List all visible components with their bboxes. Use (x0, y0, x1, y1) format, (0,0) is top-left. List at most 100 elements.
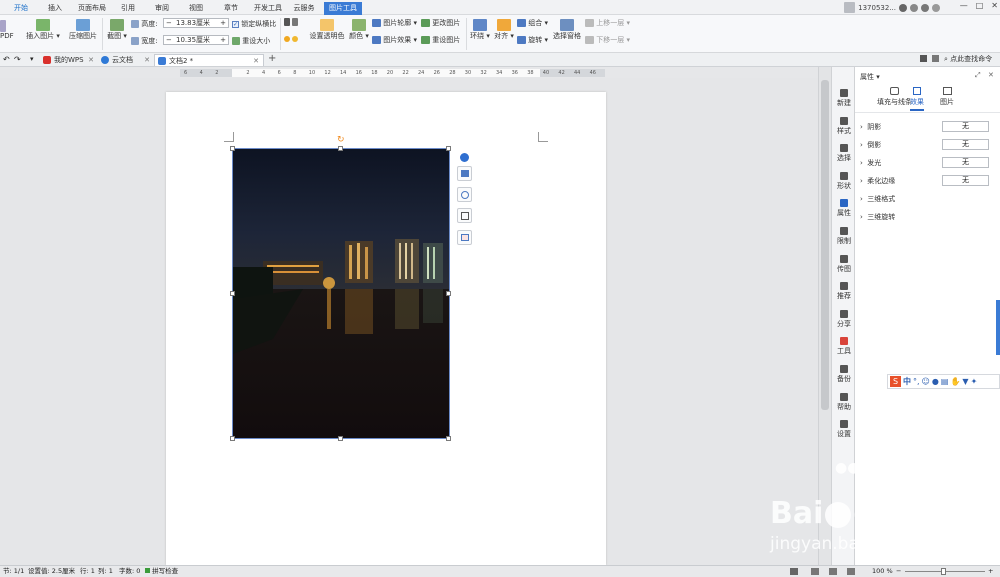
keyboard-icon[interactable]: ▤ (941, 377, 949, 386)
width-input[interactable]: −10.35厘米 + (163, 35, 229, 45)
nav-item-4[interactable]: 属性 (832, 199, 856, 218)
effect-row-5[interactable]: › 三维旋转 (860, 212, 895, 222)
effect-row-2[interactable]: › 发光 (860, 158, 881, 168)
skin-icon[interactable]: ▼ (962, 377, 968, 386)
redo-icon[interactable]: ↷ (14, 55, 21, 64)
layout-options-button[interactable] (457, 166, 472, 181)
tab-7[interactable]: 开发工具 (252, 2, 284, 15)
user-name[interactable]: 1370532... (858, 4, 896, 12)
user-area[interactable]: 1370532... (844, 1, 940, 14)
tab-0[interactable]: 开始 (10, 2, 32, 15)
send-backward-button[interactable]: 下移一层 ▾ (585, 35, 630, 45)
color-button[interactable]: 颜色 ▾ (348, 19, 370, 41)
crop-button[interactable]: 截图 ▾ (106, 19, 128, 41)
tab-fill-line[interactable]: 填充与线条 (877, 87, 912, 107)
align-button[interactable]: 对齐 ▾ (494, 19, 514, 41)
hand-icon[interactable]: ✋ (950, 377, 960, 386)
close-icon[interactable]: ✕ (253, 55, 259, 67)
outline-button[interactable]: 图片轮廓 ▾ (372, 18, 417, 28)
tab-effects[interactable]: 效果 (910, 87, 924, 111)
effect-value-box[interactable]: 无 (942, 175, 989, 186)
avatar[interactable] (844, 2, 856, 13)
effects-button[interactable]: 图片效果 ▾ (372, 35, 417, 45)
emoji-icon[interactable]: ☺ (922, 377, 930, 386)
insert-picture-button[interactable]: 插入图片 ▾ (26, 19, 60, 41)
wrap-button[interactable]: 环绕 ▾ (470, 19, 490, 41)
selection-pane-button[interactable]: 选择窗格 (553, 19, 581, 41)
tab-1[interactable]: 插入 (44, 2, 66, 15)
resize-handle[interactable] (446, 146, 451, 151)
group-button[interactable]: 组合 ▾ (517, 18, 548, 28)
horizontal-ruler[interactable]: 6 4 2 2 4 6 8 10 12 14 16 18 20 22 24 26 28 30 32 34 36 38 40 4… (180, 69, 605, 77)
lock-ratio-checkbox[interactable]: ✓ 锁定纵横比 (232, 19, 276, 29)
brightness-icons[interactable] (284, 35, 299, 43)
close-icon[interactable]: ✕ (988, 71, 994, 79)
effect-row-0[interactable]: › 阴影 (860, 122, 881, 132)
effect-value-box[interactable]: 无 (942, 121, 989, 132)
scrollbar-thumb[interactable] (821, 80, 829, 410)
height-input[interactable]: −13.83厘米 + (163, 18, 229, 28)
nav-item-5[interactable]: 限制 (832, 227, 856, 246)
ime-mode[interactable]: 中 (903, 376, 911, 387)
quick-access-chevron-icon[interactable]: ▾ (30, 55, 34, 63)
nav-item-11[interactable]: 帮助 (832, 392, 856, 412)
tab-6[interactable]: 章节 (220, 2, 242, 15)
undo-icon[interactable]: ↶ (3, 55, 10, 64)
punctuation-icon[interactable]: °, (913, 377, 920, 386)
cloud-icon[interactable] (899, 3, 907, 12)
tab-9[interactable]: 图片工具 (324, 2, 362, 15)
effect-value-box[interactable]: 无 (942, 157, 989, 168)
nav-item-1[interactable]: 样式 (832, 116, 856, 136)
find-command[interactable]: ⌕ 点此查找命令 (944, 54, 992, 64)
close-icon[interactable]: ✕ (991, 1, 998, 10)
mirror-icons[interactable] (284, 18, 299, 26)
resize-handle[interactable] (338, 146, 343, 151)
compress-picture-button[interactable]: 压缩图片 (68, 19, 98, 41)
resize-handle[interactable] (230, 146, 235, 151)
reset-picture-button[interactable]: 重设图片 (421, 35, 460, 45)
crop-icon[interactable] (457, 208, 472, 223)
change-picture-button[interactable]: 更改图片 (421, 18, 460, 28)
nav-item-12[interactable]: 设置 (832, 420, 856, 439)
close-icon[interactable]: ✕ (88, 54, 94, 66)
maximize-icon[interactable]: □ (976, 1, 984, 10)
help-icon[interactable] (921, 3, 929, 12)
share-icon[interactable] (932, 55, 939, 62)
tab-2[interactable]: 页面布局 (76, 2, 108, 15)
bring-forward-button[interactable]: 上移一层 ▾ (585, 18, 630, 28)
nav-item-2[interactable]: 选择 (832, 144, 856, 163)
tab-my-wps[interactable]: 我的WPS ✕ (40, 54, 98, 66)
new-tab-icon[interactable]: + (268, 53, 276, 64)
nav-item-9[interactable]: 工具 (832, 337, 856, 356)
pdf-button[interactable]: PDF (0, 20, 14, 40)
selected-photo[interactable] (232, 148, 450, 439)
tab-5[interactable]: 视图 (185, 2, 207, 15)
nav-item-0[interactable]: 新建 (832, 89, 856, 108)
skin-icon[interactable] (910, 3, 918, 12)
resize-handle[interactable] (230, 436, 235, 441)
tab-4[interactable]: 审阅 (151, 2, 173, 15)
nav-item-3[interactable]: 形状 (832, 171, 856, 191)
effect-row-1[interactable]: › 倒影 (860, 140, 881, 150)
collapse-icon[interactable] (457, 150, 472, 165)
tab-document2[interactable]: 文档2 * ✕ (154, 54, 264, 66)
effect-value-box[interactable]: 无 (942, 139, 989, 150)
mic-icon[interactable]: ● (932, 377, 939, 386)
spell-check[interactable]: 拼写检查 (145, 566, 178, 577)
tab-cloud-docs[interactable]: 云文档 ✕ (98, 54, 154, 66)
effect-row-4[interactable]: › 三维格式 (860, 194, 895, 204)
nav-item-8[interactable]: 分享 (832, 309, 856, 329)
resize-handle[interactable] (446, 436, 451, 441)
pin-icon[interactable]: ⤢ (975, 71, 981, 80)
outline-icon[interactable] (457, 230, 472, 245)
minimize-icon[interactable]: — (960, 1, 968, 10)
tab-3[interactable]: 引用 (117, 2, 139, 15)
resize-handle[interactable] (230, 291, 235, 296)
resize-handle[interactable] (338, 436, 343, 441)
nav-item-7[interactable]: 推荐 (832, 282, 856, 301)
tab-picture[interactable]: 图片 (940, 87, 954, 107)
feedback-icon[interactable] (932, 3, 940, 12)
reset-size-button[interactable]: 重设大小 (232, 36, 270, 46)
resize-handle[interactable] (446, 291, 451, 296)
tool-icon[interactable]: ✦ (971, 377, 978, 386)
